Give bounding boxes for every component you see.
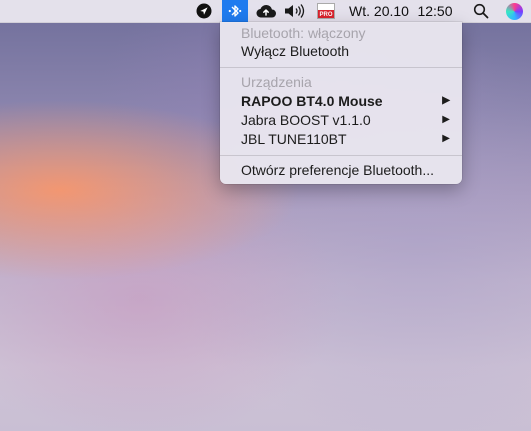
clock-time-text: 12:50 <box>417 3 453 19</box>
menu-separator <box>220 155 462 156</box>
cloud-upload-icon[interactable] <box>254 0 278 22</box>
device-name: RAPOO BT4.0 Mouse <box>241 93 383 109</box>
device-item-jabra[interactable]: Jabra BOOST v1.1.0 ▶ <box>241 111 452 129</box>
search-icon[interactable] <box>470 0 492 22</box>
device-name: JBL TUNE110BT <box>241 131 347 147</box>
bluetooth-icon <box>228 5 242 17</box>
clock-time[interactable]: 12:50 <box>414 0 456 22</box>
device-item-jbl[interactable]: JBL TUNE110BT ▶ <box>241 130 452 148</box>
submenu-arrow-icon: ▶ <box>442 133 450 144</box>
bluetooth-menu-icon[interactable] <box>222 0 248 22</box>
bluetooth-dropdown-menu: Bluetooth: włączony Wyłącz Bluetooth Urz… <box>220 22 462 184</box>
submenu-arrow-icon: ▶ <box>442 114 450 125</box>
clock-date[interactable]: Wt. 20.10 <box>349 0 409 22</box>
turn-off-bluetooth-item[interactable]: Wyłącz Bluetooth <box>241 42 452 60</box>
open-bluetooth-preferences-item[interactable]: Otwórz preferencje Bluetooth... <box>241 161 452 179</box>
menu-bar: PRO Wt. 20.10 12:50 <box>0 0 531 23</box>
siri-icon[interactable] <box>503 0 525 22</box>
devices-header: Urządzenia <box>241 74 312 90</box>
volume-icon[interactable] <box>282 0 308 22</box>
location-icon[interactable] <box>193 0 215 22</box>
bluetooth-status-label: Bluetooth: włączony <box>241 25 366 41</box>
input-source-flag-icon[interactable]: PRO <box>314 0 338 22</box>
clock-date-text: Wt. 20.10 <box>349 3 409 19</box>
device-name: Jabra BOOST v1.1.0 <box>241 112 371 128</box>
device-item-rapoo[interactable]: RAPOO BT4.0 Mouse ▶ <box>241 92 452 110</box>
menu-separator <box>220 67 462 68</box>
flag-pro-label: PRO <box>319 12 333 18</box>
submenu-arrow-icon: ▶ <box>442 95 450 106</box>
